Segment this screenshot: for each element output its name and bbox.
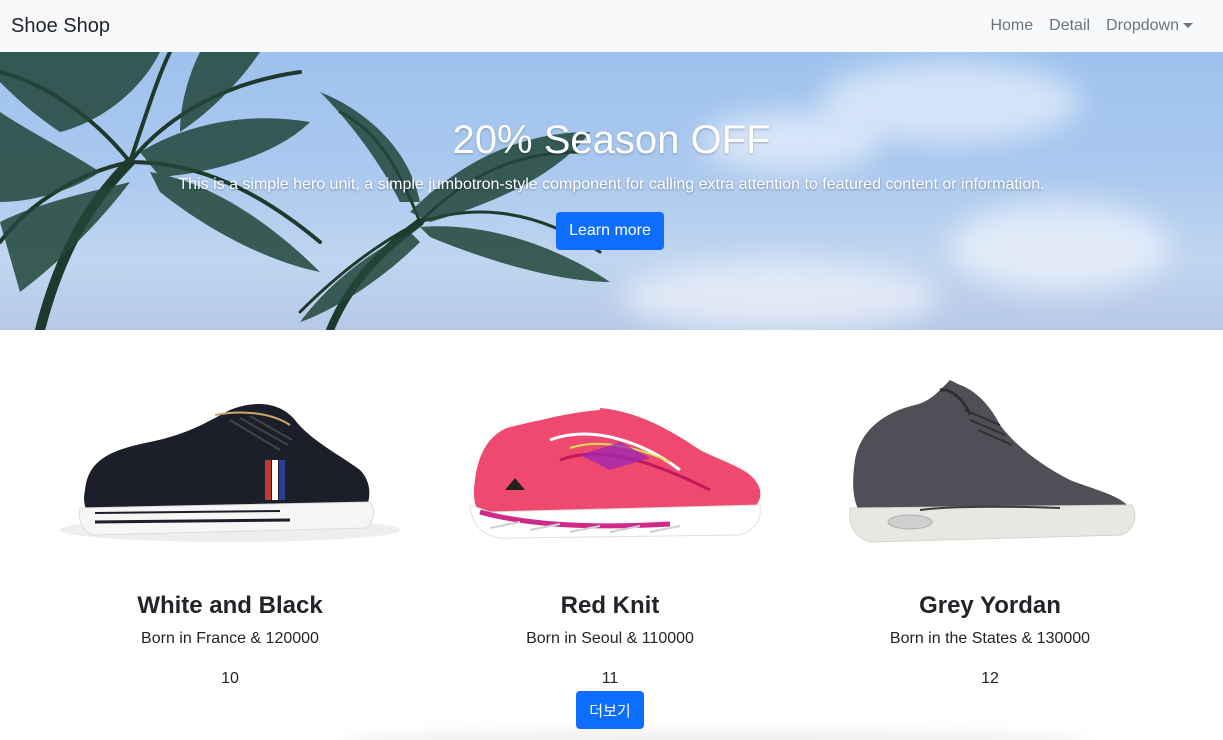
product-title: Red Knit <box>560 592 660 619</box>
hero-title: 20% Season OFF <box>452 118 771 162</box>
product-grid: White and Black Born in France & 120000 … <box>0 330 1223 740</box>
product-id: 11 <box>601 670 619 687</box>
nav-dropdown-label: Dropdown <box>1106 17 1179 34</box>
product-image <box>800 330 1180 590</box>
nav-link-home[interactable]: Home <box>982 9 1041 43</box>
caret-down-icon <box>1183 22 1193 28</box>
shoe-grey-image <box>849 380 1136 543</box>
hero-text: This is a simple hero unit, a simple jum… <box>178 176 1045 193</box>
shoe-black-image <box>60 404 400 542</box>
product-title: Grey Yordan <box>919 592 1061 619</box>
product-card[interactable]: Grey Yordan Born in the States & 130000 … <box>800 330 1180 687</box>
learn-more-button[interactable]: Learn more <box>556 212 664 250</box>
brand-link[interactable]: Shoe Shop <box>11 15 110 38</box>
product-image <box>40 330 420 590</box>
product-description: Born in France & 120000 <box>141 630 319 647</box>
product-image <box>420 330 800 590</box>
nav-link-detail[interactable]: Detail <box>1041 9 1098 43</box>
product-description: Born in the States & 130000 <box>889 630 1091 647</box>
hero-banner: 20% Season OFF This is a simple hero uni… <box>0 52 1223 330</box>
hero-content: 20% Season OFF This is a simple hero uni… <box>0 52 1223 330</box>
product-description: Born in Seoul & 110000 <box>526 630 694 647</box>
product-card[interactable]: Red Knit Born in Seoul & 110000 11 <box>420 330 800 687</box>
load-more-button[interactable]: 더보기 <box>576 691 644 729</box>
product-id: 10 <box>221 670 239 687</box>
nav-links: Home Detail Dropdown <box>982 9 1201 43</box>
nav-dropdown-toggle[interactable]: Dropdown <box>1098 9 1201 43</box>
navbar: Shoe Shop Home Detail Dropdown <box>0 0 1223 52</box>
shoe-red-image <box>469 406 761 539</box>
product-title: White and Black <box>137 592 323 619</box>
product-id: 12 <box>981 670 999 687</box>
product-card[interactable]: White and Black Born in France & 120000 … <box>40 330 420 687</box>
